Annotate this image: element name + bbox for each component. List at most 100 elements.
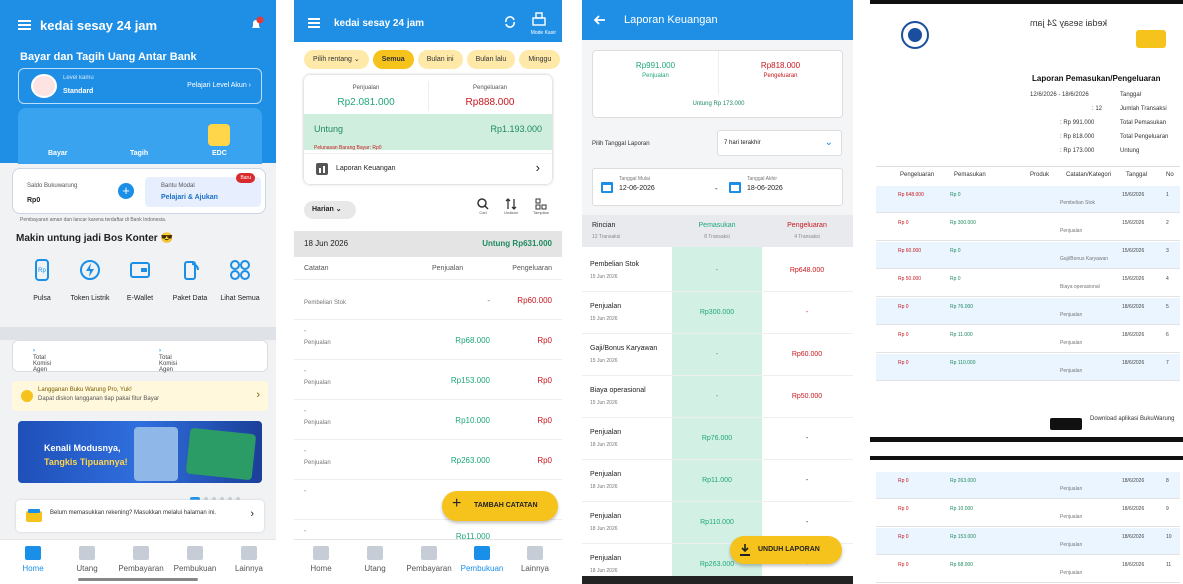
report-row: 3 15/6/2026 Gaji/Bonus Karyawan Rp 0 Rp 60.0…	[876, 242, 1180, 269]
tampilan-button[interactable]: Tampilan	[528, 198, 554, 215]
edc-icon[interactable]	[208, 124, 230, 146]
report-cell: Rp 0	[898, 304, 909, 310]
nav-home[interactable]: Home	[6, 546, 60, 573]
range-select-value: 7 hari terakhir	[724, 140, 761, 146]
nav-label: Lainnya	[234, 564, 264, 573]
transaction-table: Rincian 12 Transaksi Pemasukan 8 Transak…	[582, 215, 853, 584]
back-arrow-icon[interactable]	[594, 14, 606, 26]
service-lihat-semua[interactable]: Lihat Semua	[214, 258, 266, 304]
service-paket-data[interactable]: Paket Data	[164, 258, 216, 304]
nav-home[interactable]: Home	[294, 546, 348, 573]
tambah-catatan-button[interactable]: + TAMBAH CATATAN	[442, 491, 558, 521]
tagih-button[interactable]: Tagih	[130, 150, 148, 157]
table-row[interactable]: - Penjualan Rp153.000 Rp0	[294, 360, 562, 400]
chevron-down-icon: ⌄	[824, 137, 833, 148]
report-cell: Rp 0	[898, 360, 909, 366]
service-e-wallet[interactable]: E-Wallet	[114, 258, 166, 304]
add-saldo-button[interactable]: +	[118, 183, 134, 199]
bayar-button[interactable]: Bayar	[48, 150, 67, 157]
row-dash: -	[304, 528, 307, 535]
nav-lainnya[interactable]: Lainnya	[508, 546, 562, 573]
service-label: Paket Data	[172, 295, 208, 302]
nav-utang[interactable]: Utang	[348, 546, 402, 573]
table-row[interactable]: - Penjualan Rp68.000 Rp0	[294, 320, 562, 360]
table-row[interactable]: - Penjualan Rp10.000 Rp0	[294, 400, 562, 440]
row-name: Biaya operasional	[590, 387, 646, 394]
row-date: 15 Jun 2026	[590, 358, 618, 364]
nav-pembayaran[interactable]: Pembayaran	[114, 546, 168, 573]
report-cell: 11	[1166, 562, 1172, 568]
bantu-modal-card[interactable]: Bantu Modal Pelajari & Ajukan Baru	[145, 173, 261, 207]
range-select[interactable]: 7 hari terakhir ⌄	[717, 130, 842, 156]
sync-icon[interactable]	[504, 16, 516, 28]
cari-button[interactable]: Cari	[470, 198, 496, 215]
promo-title: Langganan Buku Warung Pro, Yuk!	[38, 387, 132, 393]
level-card[interactable]: Level kamu Standard Pelajari Level Akun …	[18, 68, 262, 104]
meta-untung-value: : Rp 173.000	[1060, 148, 1095, 154]
nav-pembukuan[interactable]: Pembukuan	[455, 546, 509, 573]
report-page-2: 8 18/6/2026 Penjualan Rp 263.000 Rp 0 9 18/6/…	[870, 456, 1183, 584]
section-title: Makin untung jadi Bos Konter 😎	[16, 233, 173, 244]
table-row[interactable]: - Penjualan Rp263.000 Rp0	[294, 440, 562, 480]
agen-commission-link[interactable]: Total Komisi Agen ›	[33, 348, 51, 373]
row-name: Penjualan	[590, 555, 622, 562]
payment-icon	[421, 546, 437, 560]
table-row[interactable]: Penjualan 18 Jun 2026 Rp11.000 -	[582, 461, 853, 502]
service-token-listrik[interactable]: Token Listrik	[64, 258, 116, 304]
harian-dropdown[interactable]: Harian ⌄	[304, 201, 356, 219]
report-cell: Rp 0	[898, 478, 909, 484]
report-cell: Rp 11.000	[950, 332, 973, 338]
service-label: Pulsa	[33, 295, 51, 302]
table-row[interactable]: - Rp11.000	[294, 520, 562, 541]
table-row[interactable]: Penjualan 18 Jun 2026 Rp76.000 -	[582, 419, 853, 460]
untung-row: Untung Rp1.193.000 Pelunasan Barang Baya…	[304, 114, 552, 151]
menu-icon[interactable]	[18, 20, 31, 30]
wallet-card-icon	[26, 509, 42, 522]
chip-minggu[interactable]: Minggu	[519, 50, 561, 69]
urutkan-button[interactable]: Urutkan	[498, 198, 524, 215]
agen-commission-link-2[interactable]: Total Komisi Agen ›	[159, 348, 177, 373]
chip-bulan-ini[interactable]: Bulan ini	[417, 50, 463, 69]
nav-pembayaran[interactable]: Pembayaran	[402, 546, 456, 573]
service-pulsa[interactable]: Rp Pulsa	[16, 258, 68, 304]
report-cell: 10	[1166, 534, 1172, 540]
table-row[interactable]: Biaya operasional 15 Jun 2026 - Rp50.000	[582, 377, 853, 418]
report-cell: 9	[1166, 506, 1169, 512]
table-row[interactable]: Penjualan 15 Jun 2026 Rp300.000 -	[582, 293, 853, 334]
pembukuan-header: kedai sesay 24 jam Mode Kasir	[294, 0, 562, 42]
edc-button[interactable]: EDC	[212, 150, 227, 157]
table-row[interactable]: Gaji/Bonus Karyawan 15 Jun 2026 - Rp60.000	[582, 335, 853, 376]
chip-pilih-rentang[interactable]: Pilih rentang ⌄	[304, 50, 369, 69]
date-to-label: Tanggal Akhir	[747, 176, 778, 182]
rekening-prompt[interactable]: Belum memasukkan rekening? Masukkan mela…	[16, 500, 264, 532]
person-photo	[134, 427, 178, 481]
date-to-input[interactable]: 18-06-2026	[747, 185, 783, 192]
chip-bulan-lalu[interactable]: Bulan lalu	[466, 50, 516, 69]
report-cell: Rp 0	[950, 276, 961, 282]
nav-label: Pembayaran	[118, 564, 164, 573]
report-cell: 18/6/2026	[1122, 534, 1145, 540]
report-cell: Rp 50.000	[898, 276, 922, 282]
nav-utang[interactable]: Utang	[60, 546, 114, 573]
level-link[interactable]: Pelajari Level Akun ›	[187, 82, 251, 89]
chip-semua[interactable]: Semua	[372, 50, 414, 69]
unduh-laporan-button[interactable]: UNDUH LAPORAN	[730, 536, 842, 564]
menu-icon[interactable]	[308, 18, 320, 28]
nav-lainnya[interactable]: Lainnya	[222, 546, 276, 573]
report-cell: 18/6/2026	[1122, 562, 1145, 568]
carousel-banner[interactable]: Kenali Modusnya, Tangkis Tipuannya!	[18, 421, 262, 483]
table-row[interactable]: Pembelian Stok 15 Jun 2026 - Rp648.000	[582, 251, 853, 292]
cashier-icon[interactable]	[532, 12, 546, 26]
app-title: kedai sesay 24 jam	[334, 18, 425, 29]
laporan-keuangan-link[interactable]: Laporan Keuangan ›	[304, 153, 552, 184]
date-from-input[interactable]: 12-06-2026	[619, 185, 655, 192]
promo-banner[interactable]: Langganan Buku Warung Pro, Yuk! Dapat di…	[12, 381, 268, 411]
agen-commission-label: Total Komisi Agen	[33, 355, 52, 373]
bell-icon[interactable]	[248, 16, 264, 32]
nav-pembukuan[interactable]: Pembukuan	[168, 546, 222, 573]
home-screen: kedai sesay 24 jam Bayar dan Tagih Uang …	[0, 0, 276, 584]
table-row[interactable]: Pembelian Stok - Rp60.000	[294, 280, 562, 320]
date-range: Tanggal Mulai 12-06-2026 - Tanggal Akhir…	[592, 168, 843, 206]
report-cell: Rp 648.000	[898, 192, 924, 198]
headline: Bayar dan Tagih Uang Antar Bank	[20, 51, 197, 63]
